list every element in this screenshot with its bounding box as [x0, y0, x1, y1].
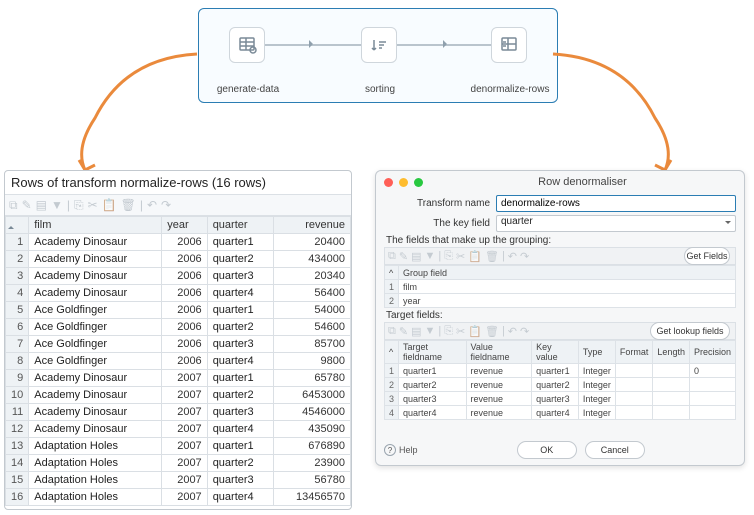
node-label: denormalize-rows	[465, 84, 555, 95]
panel-title: Rows of transform normalize-rows (16 row…	[5, 171, 351, 194]
target-grid[interactable]: ^ Target fieldname Value fieldname Key v…	[384, 340, 736, 420]
toolbar-icon[interactable]: 📋	[102, 198, 117, 212]
curved-arrow-icon	[65, 48, 205, 188]
table-row[interactable]: 14Adaptation Holes2007quarter223900	[6, 455, 351, 472]
table-row[interactable]: 11Academy Dinosaur2007quarter34546000	[6, 404, 351, 421]
node-generate-data[interactable]: generate-data	[229, 27, 265, 63]
chevron-down-icon	[725, 221, 731, 227]
target-section-label: Target fields:	[386, 310, 736, 321]
node-label: generate-data	[203, 84, 293, 95]
toolbar-icon[interactable]: ⎘	[74, 198, 84, 213]
table-row[interactable]: 1film	[385, 280, 736, 294]
key-field-label: The key field	[384, 218, 496, 229]
table-row[interactable]: 6Ace Goldfinger2006quarter254600	[6, 319, 351, 336]
denorm-icon	[499, 35, 519, 55]
table-row[interactable]: 2quarter2revenuequarter2Integer	[385, 378, 736, 392]
curved-arrow-icon	[545, 48, 685, 188]
table-row[interactable]: 10Academy Dinosaur2007quarter26453000	[6, 387, 351, 404]
toolbar-icon[interactable]: ↶	[147, 198, 157, 212]
corner: ^	[385, 341, 399, 364]
dialog-footer: ?Help OK Cancel	[376, 441, 744, 459]
table-row[interactable]: 13Adaptation Holes2007quarter1676890	[6, 438, 351, 455]
table-row[interactable]: 9Academy Dinosaur2007quarter165780	[6, 370, 351, 387]
sep: |	[67, 198, 70, 212]
table-row[interactable]: 2year	[385, 294, 736, 308]
data-grid[interactable]: film year quarter revenue 1Academy Dinos…	[5, 216, 351, 506]
table-row[interactable]: 5Ace Goldfinger2006quarter154000	[6, 302, 351, 319]
corner: ^	[385, 266, 399, 280]
col-header[interactable]: quarter	[207, 217, 274, 234]
table-row[interactable]: 1Academy Dinosaur2006quarter120400	[6, 234, 351, 251]
col-header[interactable]: Precision	[689, 341, 735, 364]
table-row[interactable]: 4quarter4revenuequarter4Integer	[385, 406, 736, 420]
zoom-icon[interactable]	[414, 178, 423, 187]
node-denormalize-rows[interactable]: denormalize-rows	[491, 27, 527, 63]
toolbar-icon[interactable]: ↷	[161, 198, 171, 212]
toolbar-icon[interactable]: ⧉	[9, 198, 18, 213]
pipeline-panel: generate-data sorting denormalize-rows	[198, 8, 558, 103]
denormaliser-dialog: Row denormaliser Transform name The key …	[375, 170, 745, 466]
close-icon[interactable]	[384, 178, 393, 187]
table-row[interactable]: 1quarter1revenuequarter1Integer0	[385, 364, 736, 378]
rows-panel: Rows of transform normalize-rows (16 row…	[4, 170, 352, 510]
transform-name-input[interactable]	[496, 195, 736, 212]
sep: |	[140, 198, 143, 212]
col-header[interactable]: film	[29, 217, 162, 234]
table-row[interactable]: 15Adaptation Holes2007quarter356780	[6, 472, 351, 489]
titlebar: Row denormaliser	[376, 171, 744, 193]
arrow-icon	[443, 40, 451, 48]
toolbar-icon[interactable]: ✂	[88, 198, 98, 212]
toolbar-icon[interactable]: ▤	[36, 198, 47, 212]
arrow-icon	[309, 40, 317, 48]
table-row[interactable]: 12Academy Dinosaur2007quarter4435090	[6, 421, 351, 438]
cancel-button[interactable]: Cancel	[585, 441, 645, 459]
help-label: Help	[399, 445, 418, 455]
key-field-select[interactable]: quarter	[496, 215, 736, 232]
col-header[interactable]: Value fieldname	[466, 341, 532, 364]
table-row[interactable]: 8Ace Goldfinger2006quarter49800	[6, 353, 351, 370]
transform-name-label: Transform name	[384, 198, 496, 209]
node-sorting[interactable]: sorting	[361, 27, 397, 63]
col-header[interactable]: revenue	[274, 217, 351, 234]
table-row[interactable]: 3Academy Dinosaur2006quarter320340	[6, 268, 351, 285]
col-header[interactable]: Key value	[532, 341, 579, 364]
get-fields-button[interactable]: Get Fields	[684, 247, 730, 265]
get-lookup-button[interactable]: Get lookup fields	[650, 322, 730, 340]
minimize-icon[interactable]	[399, 178, 408, 187]
ok-button[interactable]: OK	[517, 441, 577, 459]
toolbar-icon[interactable]: 🗑	[121, 198, 136, 212]
table-row[interactable]: 4Academy Dinosaur2006quarter456400	[6, 285, 351, 302]
sort-icon	[369, 35, 389, 55]
table-gen-icon	[237, 35, 257, 55]
col-header[interactable]: Length	[653, 341, 690, 364]
col-header[interactable]: Format	[615, 341, 653, 364]
group-grid[interactable]: ^Group field 1film2year	[384, 265, 736, 308]
col-header[interactable]: Group field	[399, 266, 736, 280]
group-section-label: The fields that make up the grouping:	[386, 235, 736, 246]
col-header[interactable]: Target fieldname	[399, 341, 467, 364]
sort-indicator[interactable]	[6, 217, 29, 234]
help-icon: ?	[384, 444, 396, 456]
table-row[interactable]: 7Ace Goldfinger2006quarter385700	[6, 336, 351, 353]
table-row[interactable]: 2Academy Dinosaur2006quarter2434000	[6, 251, 351, 268]
table-row[interactable]: 16Adaptation Holes2007quarter413456570	[6, 489, 351, 506]
toolbar-icon[interactable]: ✎	[22, 198, 32, 212]
col-header[interactable]: year	[162, 217, 207, 234]
toolbar: ⧉ ✎ ▤ ▼ | ⎘ ✂ 📋 🗑 | ↶ ↷	[5, 194, 351, 216]
toolbar-icon[interactable]: ▼	[51, 198, 63, 212]
select-value: quarter	[501, 216, 533, 227]
node-label: sorting	[335, 84, 425, 95]
col-header[interactable]: Type	[578, 341, 615, 364]
window-title: Row denormaliser	[429, 176, 736, 188]
table-row[interactable]: 3quarter3revenuequarter3Integer	[385, 392, 736, 406]
help-button[interactable]: ?Help	[384, 444, 418, 456]
